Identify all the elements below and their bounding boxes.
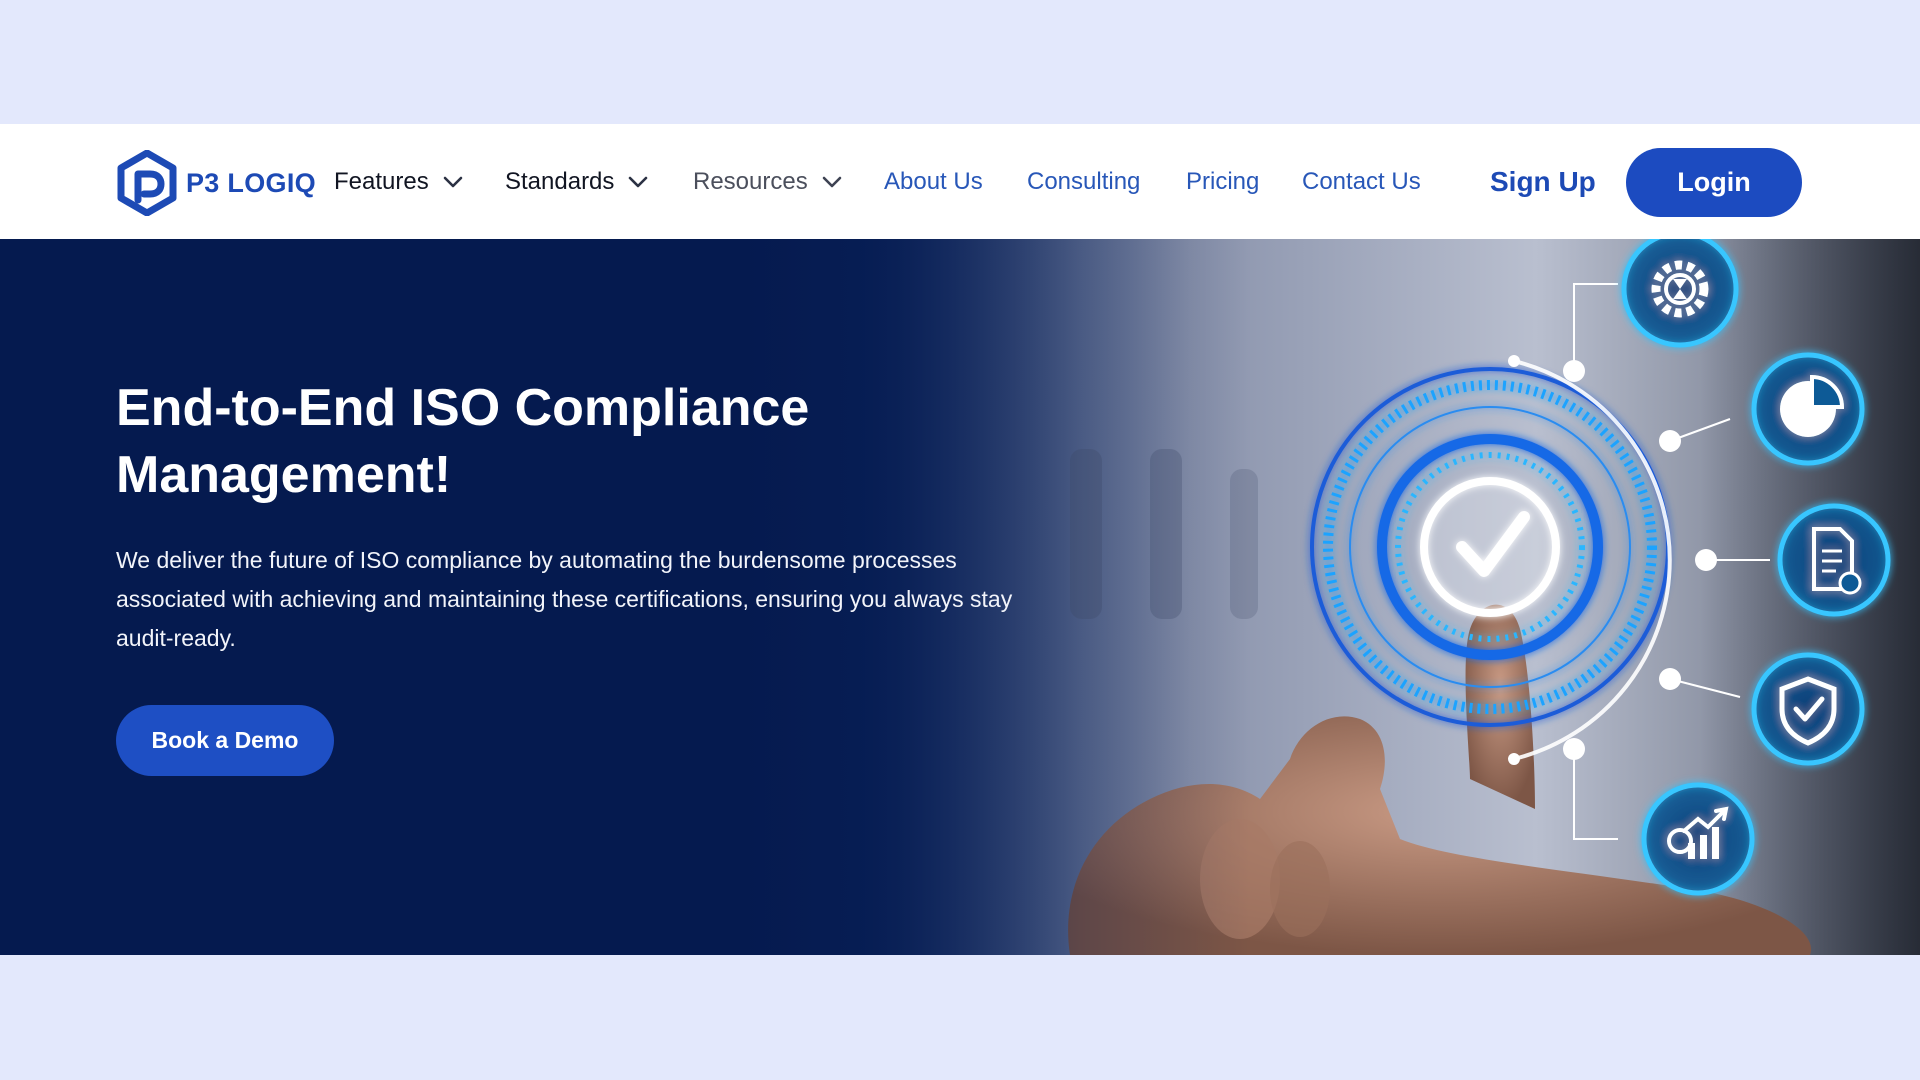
- nav-about-us[interactable]: About Us: [884, 124, 983, 239]
- login-button[interactable]: Login: [1626, 148, 1802, 217]
- document-check-icon: [1777, 503, 1891, 617]
- hero-title-line-2: Management!: [116, 446, 452, 504]
- chevron-down-icon: [443, 176, 463, 187]
- pie-chart-icon: [1751, 352, 1865, 466]
- nav-features-label: Features: [334, 167, 429, 195]
- nav-pricing[interactable]: Pricing: [1186, 124, 1259, 239]
- p3-logiq-hexagon-logo-icon: [117, 150, 177, 216]
- nav-standards[interactable]: Standards: [505, 124, 648, 239]
- nav-contact-us[interactable]: Contact Us: [1302, 124, 1421, 239]
- brand-name: P3 LOGIQ: [186, 167, 316, 198]
- book-demo-button[interactable]: Book a Demo: [116, 705, 334, 776]
- sign-up-link[interactable]: Sign Up: [1490, 124, 1596, 239]
- growth-chart-icon: [1641, 782, 1755, 896]
- nav-features[interactable]: Features: [334, 124, 463, 239]
- chevron-down-icon: [822, 176, 842, 187]
- hero-section: End-to-End ISO Compliance Management! We…: [0, 239, 1920, 955]
- brand-logo[interactable]: P3 LOGIQ: [116, 150, 316, 216]
- nav-consulting[interactable]: Consulting: [1027, 124, 1140, 239]
- top-navbar: P3 LOGIQ Features Standards Resources Ab…: [0, 124, 1920, 239]
- nav-standards-label: Standards: [505, 167, 615, 195]
- hero-title: End-to-End ISO Compliance Management!: [116, 375, 1016, 509]
- gear-hourglass-icon: [1621, 239, 1739, 348]
- nav-resources-label: Resources: [693, 167, 808, 195]
- hero-title-line-1: End-to-End ISO Compliance: [116, 379, 810, 437]
- chevron-down-icon: [629, 176, 648, 187]
- hero-description: We deliver the future of ISO compliance …: [116, 547, 1013, 651]
- shield-check-icon: [1751, 652, 1865, 766]
- nav-resources[interactable]: Resources: [693, 124, 842, 239]
